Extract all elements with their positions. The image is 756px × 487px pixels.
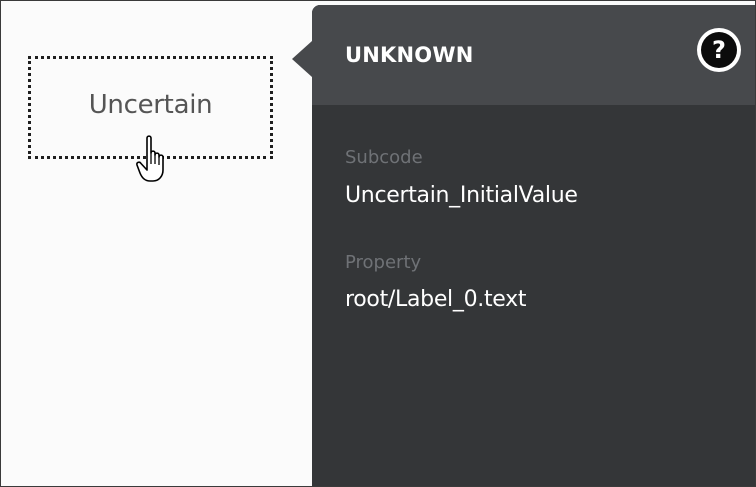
- subcode-value: Uncertain_InitialValue: [345, 183, 578, 208]
- property-label: Property: [345, 252, 422, 273]
- property-value: root/Label_0.text: [345, 287, 527, 312]
- subcode-label: Subcode: [345, 147, 423, 168]
- help-glyph: ?: [701, 32, 737, 68]
- hand-pointer-icon: [136, 135, 164, 182]
- panel-pointer-arrow: [292, 41, 312, 77]
- quality-details-panel: UNKNOWN ? Subcode Uncertain_InitialValue…: [292, 5, 755, 486]
- label-component-text: Uncertain: [88, 89, 213, 120]
- quality-status-title: UNKNOWN: [345, 43, 474, 67]
- panel-header: UNKNOWN ?: [312, 5, 755, 105]
- designer-canvas: Uncertain UNKNOWN ? Subcode Uncertain_In…: [0, 0, 756, 487]
- question-circle-icon[interactable]: ?: [697, 28, 741, 72]
